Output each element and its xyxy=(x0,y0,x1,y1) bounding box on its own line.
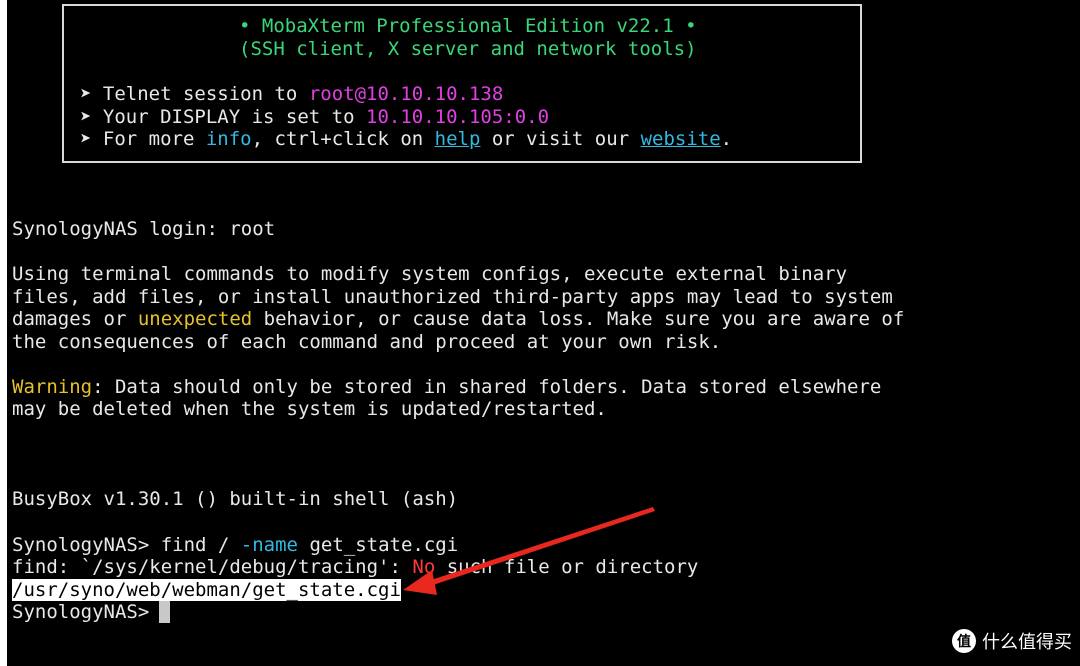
terminal-window[interactable]: • MobaXterm Professional Edition v22.1 •… xyxy=(7,0,1080,666)
watermark-logo-icon: 值 xyxy=(952,629,976,653)
text-cursor xyxy=(159,601,170,623)
notice-line-4: the consequences of each command and pro… xyxy=(12,331,722,353)
notice-line-2: files, add files, or install unauthorize… xyxy=(12,286,893,308)
shell-prompt: SynologyNAS> xyxy=(12,534,161,556)
info-word: info xyxy=(205,128,252,150)
banner-title: • MobaXterm Professional Edition v22.1 • xyxy=(239,15,697,37)
notice-line-1: Using terminal commands to modify system… xyxy=(12,263,848,285)
notice-line-3: damages or unexpected behavior, or cause… xyxy=(12,308,905,330)
mobaxterm-banner: • MobaXterm Professional Edition v22.1 •… xyxy=(62,4,862,163)
warning-line-1: Warning: Data should only be stored in s… xyxy=(12,376,882,398)
command-line: SynologyNAS> find / -name get_state.cgi xyxy=(12,534,459,556)
no-word: No xyxy=(412,556,436,578)
result-line: /usr/syno/web/webman/get_state.cgi xyxy=(12,579,401,601)
bullet-icon: ➤ xyxy=(80,128,92,150)
prompt-line[interactable]: SynologyNAS> xyxy=(12,601,161,623)
warning-line-2: may be deleted when the system is update… xyxy=(12,398,607,420)
telnet-target: root@10.10.10.138 xyxy=(308,83,504,105)
banner-display-line: ➤ Your DISPLAY is set to 10.10.10.105:0.… xyxy=(80,106,550,128)
warning-label: Warning xyxy=(12,376,93,398)
watermark: 值 什么值得买 xyxy=(952,628,1072,654)
banner-telnet-line: ➤ Telnet session to root@10.10.10.138 xyxy=(80,83,504,105)
name-flag: -name xyxy=(240,534,298,556)
busybox-line: BusyBox v1.30.1 () built-in shell (ash) xyxy=(12,488,459,510)
result-path-highlight[interactable]: /usr/syno/web/webman/get_state.cgi xyxy=(12,579,401,601)
unexpected-word: unexpected xyxy=(137,308,253,330)
watermark-text: 什么值得买 xyxy=(982,632,1072,653)
banner-info-line: ➤ For more info, ctrl+click on help or v… xyxy=(80,128,733,150)
login-line: SynologyNAS login: root xyxy=(12,218,276,240)
help-link[interactable]: help xyxy=(435,128,481,150)
bullet-icon: ➤ xyxy=(80,83,92,105)
display-value: 10.10.10.105:0.0 xyxy=(366,106,550,128)
error-line: find: `/sys/kernel/debug/tracing': No su… xyxy=(12,556,699,578)
website-link[interactable]: website xyxy=(641,128,721,150)
shell-prompt: SynologyNAS> xyxy=(12,601,161,623)
bullet-icon: ➤ xyxy=(80,106,92,128)
banner-subtitle: (SSH client, X server and network tools) xyxy=(239,38,697,60)
